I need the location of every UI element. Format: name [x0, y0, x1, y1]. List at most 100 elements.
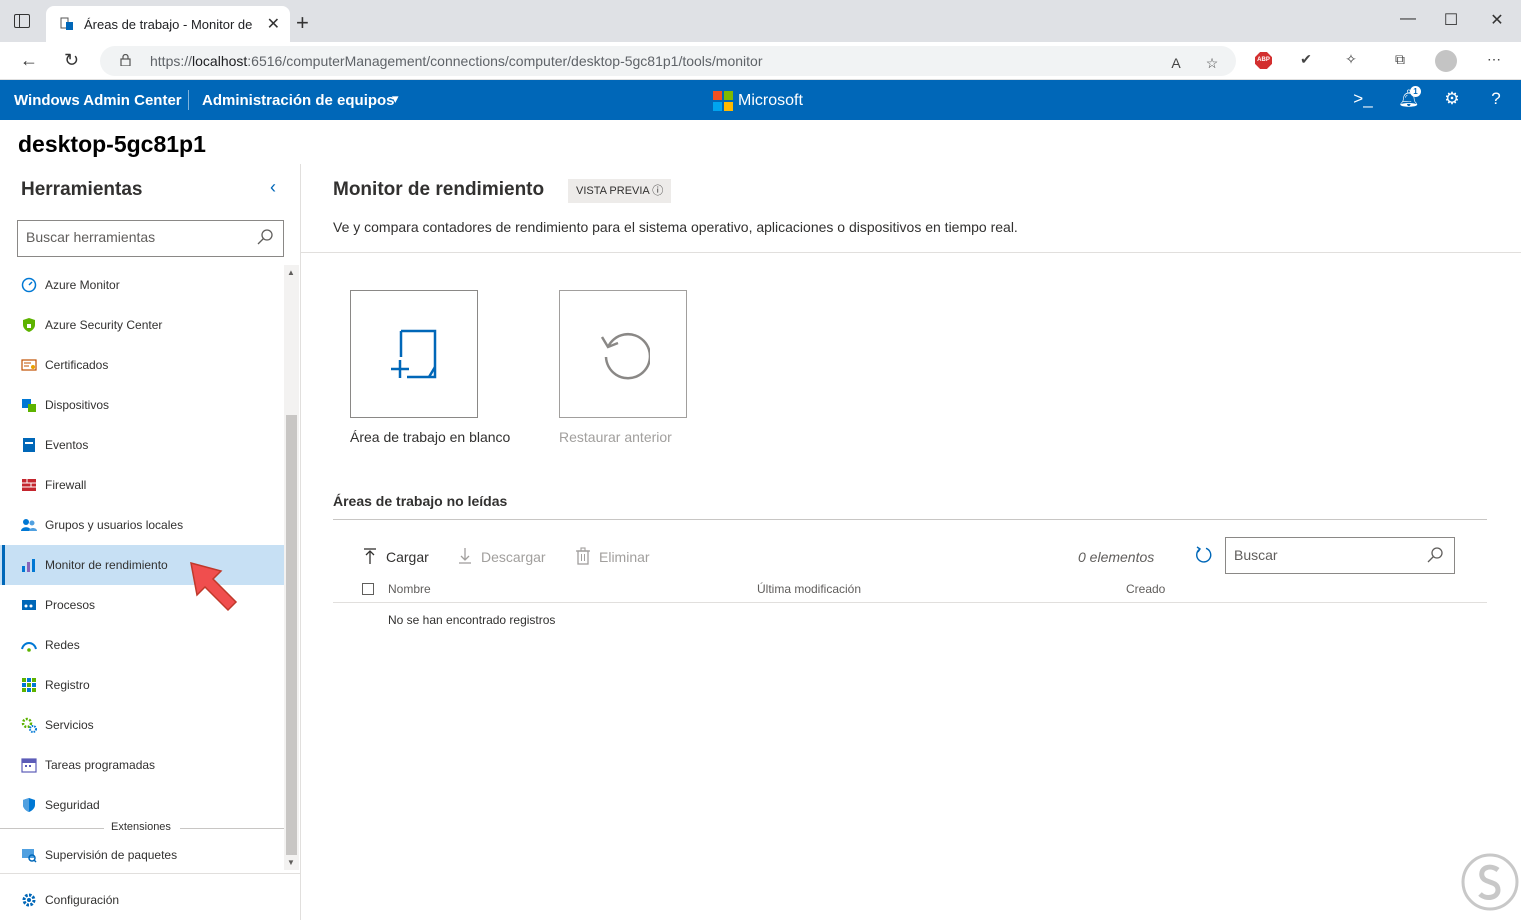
users-icon — [21, 519, 37, 531]
more-menu-icon[interactable]: ⋯ — [1484, 51, 1504, 71]
sidebar-item-label: Eventos — [45, 438, 89, 452]
download-label: Descargar — [481, 549, 546, 565]
sidebar-item-certificados[interactable]: Certificados — [0, 345, 284, 385]
gear-icon — [22, 893, 36, 907]
services-icon — [21, 717, 37, 733]
events-icon — [23, 438, 35, 452]
wac-brand-link[interactable]: Windows Admin Center — [14, 92, 182, 109]
column-header-modified[interactable]: Última modificación — [757, 582, 861, 596]
microsoft-name: Microsoft — [738, 92, 803, 109]
page-title: Monitor de rendimiento — [333, 179, 545, 200]
sidebar-item-supervision-paquetes[interactable]: Supervisión de paquetes — [0, 835, 284, 870]
microsoft-logo-icon — [713, 91, 733, 111]
delete-label: Eliminar — [599, 549, 650, 565]
sidebar-item-seguridad[interactable]: Seguridad — [0, 785, 284, 825]
header-divider — [188, 90, 189, 110]
chart-icon — [22, 559, 35, 572]
preview-badge[interactable]: VISTA PREVIA ⓘ — [568, 179, 672, 203]
tab-actions-icon[interactable] — [14, 14, 30, 28]
powershell-icon[interactable]: >_ — [1353, 89, 1373, 109]
sidebar-item-dispositivos[interactable]: Dispositivos — [0, 385, 284, 425]
extensions-label: Extensiones — [111, 821, 171, 833]
certificate-icon — [21, 359, 37, 371]
delete-button[interactable]: Eliminar — [575, 547, 665, 567]
extensions-puzzle-icon[interactable]: ✧ — [1341, 51, 1361, 71]
restore-icon — [600, 333, 650, 380]
sidebar-item-azure-security-center[interactable]: Azure Security Center — [0, 305, 284, 345]
search-icon[interactable] — [1426, 546, 1444, 564]
item-count: 0 elementos — [1078, 549, 1155, 565]
gear-icon[interactable]: ⚙ — [1442, 89, 1462, 109]
trash-icon — [576, 547, 590, 565]
sidebar-item-label: Grupos y usuarios locales — [45, 518, 184, 532]
scroll-down-arrow-icon[interactable]: ▼ — [287, 858, 295, 867]
sidebar-item-tareas-programadas[interactable]: Tareas programadas — [0, 745, 284, 785]
sidebar-item-redes[interactable]: Redes — [0, 625, 284, 665]
sidebar-item-registro[interactable]: Registro — [0, 665, 284, 705]
workspace-search-box[interactable] — [1225, 537, 1455, 574]
restore-previous-tile[interactable] — [559, 290, 687, 418]
server-name: desktop-5gc81p1 — [18, 131, 206, 157]
empty-state-message: No se han encontrado registros — [388, 613, 556, 627]
column-header-name[interactable]: Nombre — [388, 582, 431, 596]
extension-check-icon[interactable]: ✔ — [1296, 51, 1316, 71]
sidebar-item-servicios[interactable]: Servicios — [0, 705, 284, 745]
sidebar-item-azure-monitor[interactable]: Azure Monitor — [0, 265, 284, 305]
sidebar-item-eventos[interactable]: Eventos — [0, 425, 284, 465]
new-tab-button[interactable]: + — [296, 10, 309, 36]
scroll-up-arrow-icon[interactable]: ▲ — [287, 268, 295, 277]
divider — [301, 252, 1521, 253]
back-arrow-icon[interactable]: ← — [20, 50, 38, 71]
sidebar-item-firewall[interactable]: Firewall — [0, 465, 284, 505]
collections-icon[interactable]: ⧉ — [1390, 51, 1410, 71]
browser-tab[interactable]: Áreas de trabajo - Monitor de re ✕ — [46, 6, 290, 42]
workspace-search-input[interactable] — [1234, 547, 1414, 563]
search-icon[interactable] — [256, 228, 274, 246]
help-icon[interactable]: ? — [1486, 89, 1506, 109]
tool-search-box[interactable] — [17, 220, 284, 257]
refresh-icon[interactable] — [1195, 546, 1213, 564]
tool-list: Azure Monitor Azure Security Center Cert… — [0, 265, 284, 870]
sidebar-item-procesos[interactable]: Procesos — [0, 585, 284, 625]
browser-tab-bar: Áreas de trabajo - Monitor de re ✕ + — ☐… — [0, 0, 1521, 42]
chevron-down-icon[interactable]: ▾ — [392, 91, 399, 107]
tab-title: Áreas de trabajo - Monitor de re — [84, 17, 256, 32]
select-all-checkbox[interactable] — [362, 583, 374, 595]
minimize-button[interactable]: — — [1398, 10, 1418, 28]
sidebar-item-configuracion[interactable]: Configuración — [0, 880, 284, 920]
collapse-chevron-icon[interactable]: ‹ — [270, 177, 276, 198]
sidebar-item-monitor-rendimiento[interactable]: Monitor de rendimiento — [0, 545, 284, 585]
adblock-icon[interactable]: ABP — [1255, 52, 1272, 69]
wac-favicon-icon — [60, 17, 73, 30]
upload-button[interactable]: Cargar — [362, 547, 442, 567]
download-button[interactable]: Descargar — [457, 547, 557, 567]
maximize-button[interactable]: ☐ — [1441, 10, 1461, 30]
scroll-thumb[interactable] — [286, 415, 297, 855]
solution-switcher[interactable]: Administración de equipos — [202, 92, 395, 109]
profile-avatar[interactable] — [1435, 50, 1457, 72]
url-host: localhost — [192, 53, 248, 69]
watermark-logo — [1461, 853, 1519, 911]
url-field[interactable]: https://localhost:6516/computerManagemen… — [100, 46, 1236, 76]
sidebar-item-grupos-usuarios[interactable]: Grupos y usuarios locales — [0, 505, 284, 545]
restore-previous-label[interactable]: Restaurar anterior — [559, 429, 672, 445]
section-title: Áreas de trabajo no leídas — [333, 493, 508, 509]
main-content: Monitor de rendimiento VISTA PREVIA ⓘ Ve… — [301, 164, 1521, 920]
column-header-created[interactable]: Creado — [1126, 582, 1165, 596]
sidebar-scrollbar[interactable]: ▲ ▼ — [284, 265, 299, 870]
sidebar-item-label: Azure Security Center — [45, 318, 163, 332]
upload-label: Cargar — [386, 549, 429, 565]
tool-search-input[interactable] — [26, 229, 246, 245]
read-aloud-icon[interactable]: A — [1166, 55, 1186, 75]
close-window-button[interactable]: ✕ — [1487, 10, 1507, 30]
azure-monitor-icon — [21, 277, 37, 293]
security-shield-icon — [23, 798, 35, 812]
favorite-add-icon[interactable]: ☆ — [1202, 55, 1222, 75]
reload-icon[interactable]: ↻ — [64, 50, 79, 71]
blank-workspace-label[interactable]: Área de trabajo en blanco — [350, 429, 510, 445]
sidebar-item-label: Procesos — [45, 598, 96, 612]
tab-close-icon[interactable]: ✕ — [267, 14, 280, 34]
package-monitor-icon — [22, 849, 37, 863]
pointer-arrow-icon — [190, 561, 238, 612]
blank-workspace-tile[interactable] — [350, 290, 478, 418]
